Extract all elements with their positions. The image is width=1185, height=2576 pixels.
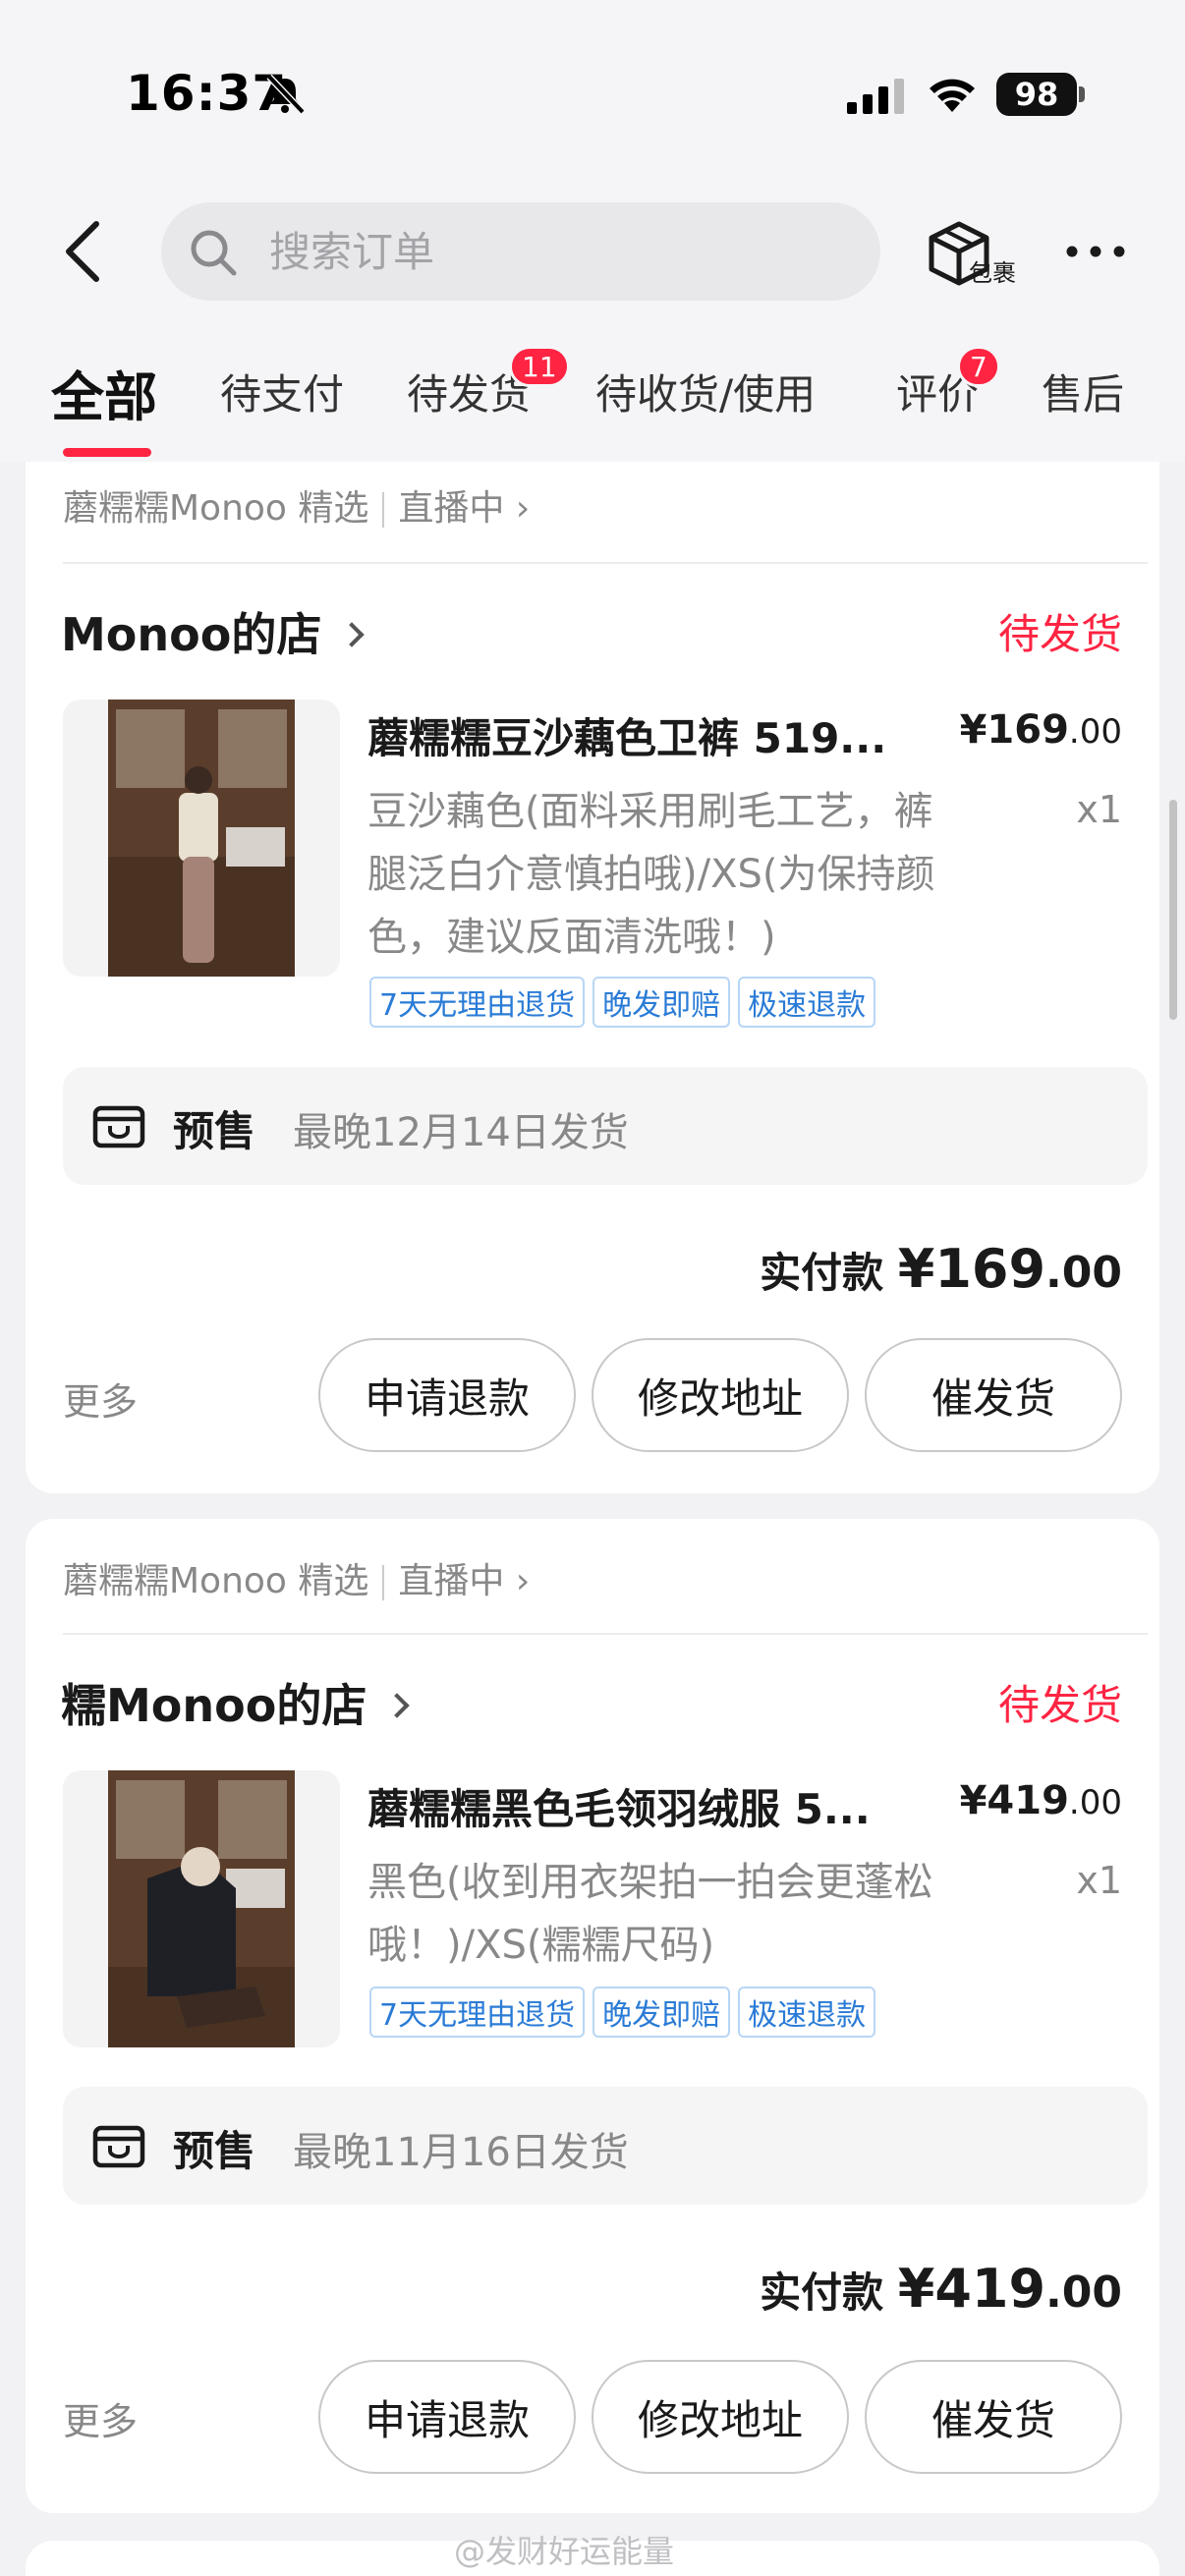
scrollbar[interactable] bbox=[1169, 800, 1177, 1020]
source-name: 蘑糯糯Monoo 精选 bbox=[63, 488, 369, 529]
shop-name[interactable]: 糯Monoo的店 bbox=[61, 1670, 411, 1735]
product-title[interactable]: 蘑糯糯豆沙藕色卫裤 519... bbox=[367, 705, 918, 765]
battery-nub bbox=[1079, 86, 1085, 102]
back-chevron-icon[interactable] bbox=[57, 214, 112, 289]
order-tabs: 全部 待支付 待发货 11 待收货/使用 评价 7 售后 bbox=[0, 346, 1185, 462]
chevron-right-icon bbox=[384, 1692, 411, 1718]
product-photo bbox=[108, 1770, 295, 2047]
tag-fast-refund: 极速退款 bbox=[738, 977, 876, 1028]
search-input[interactable] bbox=[269, 224, 819, 279]
bell-slash-icon bbox=[266, 74, 306, 115]
tag-late-compensation: 晚发即赔 bbox=[592, 1987, 731, 2038]
presale-banner: 预售 最晚11月16日发货 bbox=[63, 2087, 1148, 2205]
presale-box-icon bbox=[92, 1105, 145, 1148]
presale-label: 预售 bbox=[173, 1107, 256, 1155]
order-card: 蘑糯糯Monoo 精选 直播中 › 糯Monoo的店 待发货 蘑糯糯黑色毛领羽绒服… bbox=[26, 1519, 1159, 2513]
badge-pending-shipment: 11 bbox=[509, 346, 570, 387]
chevron-right-icon: › bbox=[515, 488, 531, 529]
tab-after-sales[interactable]: 售后 bbox=[1042, 362, 1124, 421]
presale-banner: 预售 最晚12月14日发货 bbox=[63, 1067, 1148, 1185]
order-status: 待发货 bbox=[997, 1681, 1122, 1729]
product-spec: 豆沙藕色(面料采用刷毛工艺，裤腿泛白介意慎拍哦)/XS(为保持颜色，建议反面清洗… bbox=[367, 789, 935, 960]
product-image[interactable] bbox=[63, 1770, 340, 2047]
status-bar: 16:37 98 bbox=[0, 0, 1185, 187]
product-price: ¥419.00 bbox=[959, 1778, 1122, 1823]
presale-box-icon bbox=[92, 2125, 145, 2168]
source-line[interactable]: 蘑糯糯Monoo 精选 直播中 › bbox=[63, 479, 530, 531]
order-card: 蘑糯糯Monoo 精选 直播中 › Monoo的店 待发货 蘑糯糯豆沙藕色卫裤 5… bbox=[26, 462, 1159, 1493]
product-qty: x1 bbox=[1076, 1859, 1122, 1902]
service-tags: 7天无理由退货 晚发即赔 极速退款 bbox=[369, 977, 876, 1028]
product-qty: x1 bbox=[1076, 788, 1122, 831]
search-bar[interactable] bbox=[161, 202, 880, 301]
chevron-right-icon bbox=[339, 621, 366, 647]
battery-indicator: 98 bbox=[996, 73, 1077, 116]
product-photo bbox=[108, 700, 295, 977]
shop-name[interactable]: Monoo的店 bbox=[61, 599, 366, 664]
package-label: 包裹 bbox=[969, 259, 1016, 287]
paid-amount: 实付款 ¥419.00 bbox=[760, 2258, 1122, 2320]
divider bbox=[63, 562, 1148, 564]
live-label: 直播中 bbox=[398, 1561, 505, 1601]
refund-button[interactable]: 申请退款 bbox=[318, 2360, 576, 2474]
presale-label: 预售 bbox=[173, 2127, 256, 2175]
tab-active-indicator bbox=[63, 448, 151, 457]
change-address-button[interactable]: 修改地址 bbox=[592, 2360, 849, 2474]
presale-ship-date: 最晚12月14日发货 bbox=[293, 1110, 629, 1155]
more-button[interactable]: 更多 bbox=[63, 2391, 138, 2445]
live-label: 直播中 bbox=[398, 488, 505, 529]
tag-fast-refund: 极速退款 bbox=[738, 1987, 876, 2038]
divider bbox=[63, 1633, 1148, 1635]
source-name: 蘑糯糯Monoo 精选 bbox=[63, 1561, 369, 1601]
tag-return: 7天无理由退货 bbox=[369, 977, 586, 1028]
source-line[interactable]: 蘑糯糯Monoo 精选 直播中 › bbox=[63, 1552, 530, 1603]
product-title[interactable]: 蘑糯糯黑色毛领羽绒服 5... bbox=[367, 1776, 918, 1836]
tab-pending-receipt[interactable]: 待收货/使用 bbox=[595, 362, 816, 421]
signal-icon bbox=[847, 79, 904, 114]
product-image[interactable] bbox=[63, 700, 340, 977]
wifi-icon bbox=[930, 79, 975, 112]
presale-ship-date: 最晚11月16日发货 bbox=[293, 2130, 629, 2175]
more-button[interactable]: 更多 bbox=[63, 1372, 138, 1426]
refund-button[interactable]: 申请退款 bbox=[318, 1338, 576, 1452]
product-spec: 黑色(收到用衣架拍一拍会更蓬松哦！)/XS(糯糯尺码) bbox=[367, 1860, 933, 1968]
tab-all[interactable]: 全部 bbox=[51, 354, 157, 431]
more-dots-icon[interactable] bbox=[1063, 224, 1128, 279]
tag-late-compensation: 晚发即赔 bbox=[592, 977, 731, 1028]
tab-pending-payment[interactable]: 待支付 bbox=[220, 362, 344, 421]
urge-shipment-button[interactable]: 催发货 bbox=[865, 2360, 1122, 2474]
change-address-button[interactable]: 修改地址 bbox=[592, 1338, 849, 1452]
product-price: ¥169.00 bbox=[959, 707, 1122, 753]
tag-return: 7天无理由退货 bbox=[369, 1987, 586, 2038]
watermark: @发财好运能量 bbox=[454, 2533, 675, 2570]
urge-shipment-button[interactable]: 催发货 bbox=[865, 1338, 1122, 1452]
search-icon bbox=[191, 230, 237, 276]
order-status: 待发货 bbox=[997, 610, 1122, 658]
chevron-right-icon: › bbox=[515, 1561, 531, 1601]
service-tags: 7天无理由退货 晚发即赔 极速退款 bbox=[369, 1987, 876, 2038]
badge-review: 7 bbox=[957, 346, 1000, 387]
paid-amount: 实付款 ¥169.00 bbox=[760, 1238, 1122, 1300]
